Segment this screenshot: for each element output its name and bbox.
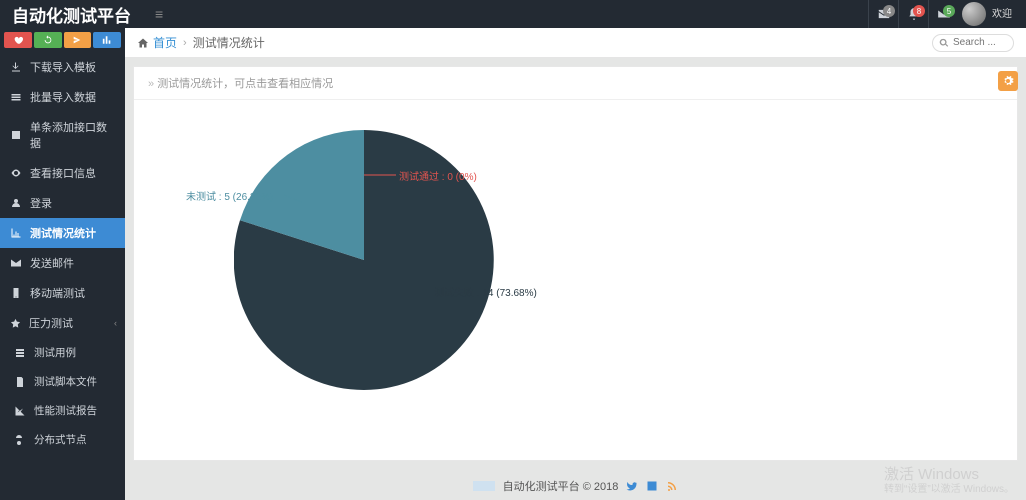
menu-toggle-icon[interactable]: ≡: [155, 6, 163, 22]
sidebar-item-label: 单条添加接口数据: [30, 119, 115, 151]
sidebar-item-view-api[interactable]: 查看接口信息: [0, 158, 125, 188]
topbar-right: 4 8 5 欢迎: [868, 0, 1018, 28]
sidebar-sub-testcase[interactable]: 测试用例: [0, 338, 125, 367]
sidebar-item-label: 查看接口信息: [30, 165, 96, 181]
avatar: [962, 2, 986, 26]
theme-orange[interactable]: [64, 32, 92, 48]
main-content: 首页 › 测试情况统计 测试情况统计，可点击查看相应情况: [125, 28, 1026, 500]
search-input[interactable]: [953, 37, 1003, 48]
sidebar: 下载导入模板 批量导入数据 单条添加接口数据 查看接口信息 登录 测试情况统计 …: [0, 28, 125, 500]
bell-badge: 8: [913, 5, 925, 17]
sidebar-item-single-add[interactable]: 单条添加接口数据: [0, 112, 125, 158]
sidebar-item-login[interactable]: 登录: [0, 188, 125, 218]
footer-text: 自动化测试平台 © 2018: [503, 478, 619, 494]
sidebar-item-download-template[interactable]: 下载导入模板: [0, 52, 125, 82]
pie-chart[interactable]: 测试通过 : 0 (0%) 未测试 : 5 (26.32%) 测试失败 : 14…: [134, 100, 1017, 460]
label-untested[interactable]: 未测试 : 5 (26.32%): [186, 188, 273, 203]
sidebar-item-label: 下载导入模板: [30, 59, 96, 75]
sidebar-item-mobile-test[interactable]: 移动端测试: [0, 278, 125, 308]
stats-panel: 测试情况统计，可点击查看相应情况 测试通过 : 0 (0%) 未测试 : 5 (…: [133, 66, 1018, 461]
footer-logo: [473, 481, 495, 491]
sidebar-sub-script[interactable]: 测试脚本文件: [0, 367, 125, 396]
label-fail[interactable]: 测试失败 : 14 (73.68%): [434, 284, 537, 299]
theme-row: [0, 28, 125, 52]
breadcrumb-sep: ›: [183, 37, 187, 49]
sidebar-item-label: 移动端测试: [30, 285, 85, 301]
sidebar-item-label: 性能测试报告: [34, 403, 97, 418]
sidebar-item-label: 测试情况统计: [30, 225, 96, 241]
facebook-icon[interactable]: [646, 480, 658, 492]
env-badge: 5: [943, 5, 955, 17]
gear-icon: [1002, 75, 1014, 87]
sidebar-sub-perf-report[interactable]: 性能测试报告: [0, 396, 125, 425]
home-icon: [137, 37, 149, 49]
chevron-left-icon: ‹: [114, 318, 117, 328]
sidebar-sub-nodes[interactable]: 分布式节点: [0, 425, 125, 454]
sidebar-item-label: 批量导入数据: [30, 89, 96, 105]
sidebar-item-label: 登录: [30, 195, 52, 211]
brand: 自动化测试平台: [12, 2, 131, 27]
windows-watermark: 激活 Windows 转到“设置”以激活 Windows。: [884, 466, 1014, 496]
sidebar-item-label: 测试用例: [34, 345, 76, 360]
search-box[interactable]: [932, 34, 1014, 52]
sidebar-section-label: 压力测试: [29, 315, 73, 331]
breadcrumb-home[interactable]: 首页: [153, 34, 177, 51]
breadcrumb-current: 测试情况统计: [193, 34, 265, 51]
envelope-icon[interactable]: 5: [928, 0, 958, 28]
bell-icon[interactable]: 8: [898, 0, 928, 28]
search-icon: [939, 38, 949, 48]
theme-red[interactable]: [4, 32, 32, 48]
panel-hint: 测试情况统计，可点击查看相应情况: [134, 67, 1017, 100]
topbar: 自动化测试平台 ≡ 4 8 5 欢迎: [0, 0, 1026, 28]
sidebar-item-label: 发送邮件: [30, 255, 74, 271]
twitter-icon[interactable]: [626, 480, 638, 492]
theme-green[interactable]: [34, 32, 62, 48]
mail-badge: 4: [883, 5, 895, 17]
label-pass[interactable]: 测试通过 : 0 (0%): [399, 168, 477, 183]
sidebar-item-batch-import[interactable]: 批量导入数据: [0, 82, 125, 112]
sidebar-item-label: 测试脚本文件: [34, 374, 97, 389]
breadcrumb: 首页 › 测试情况统计: [125, 28, 1026, 58]
welcome-text: 欢迎: [992, 9, 1012, 20]
sidebar-item-send-mail[interactable]: 发送邮件: [0, 248, 125, 278]
panel-settings-button[interactable]: [998, 71, 1018, 91]
sidebar-section-stress[interactable]: 压力测试 ‹: [0, 308, 125, 338]
user-menu[interactable]: 欢迎: [962, 2, 1018, 26]
mail-icon[interactable]: 4: [868, 0, 898, 28]
sidebar-item-test-stats[interactable]: 测试情况统计: [0, 218, 125, 248]
sidebar-item-label: 分布式节点: [34, 432, 87, 447]
rss-icon[interactable]: [666, 480, 678, 492]
theme-blue[interactable]: [93, 32, 121, 48]
